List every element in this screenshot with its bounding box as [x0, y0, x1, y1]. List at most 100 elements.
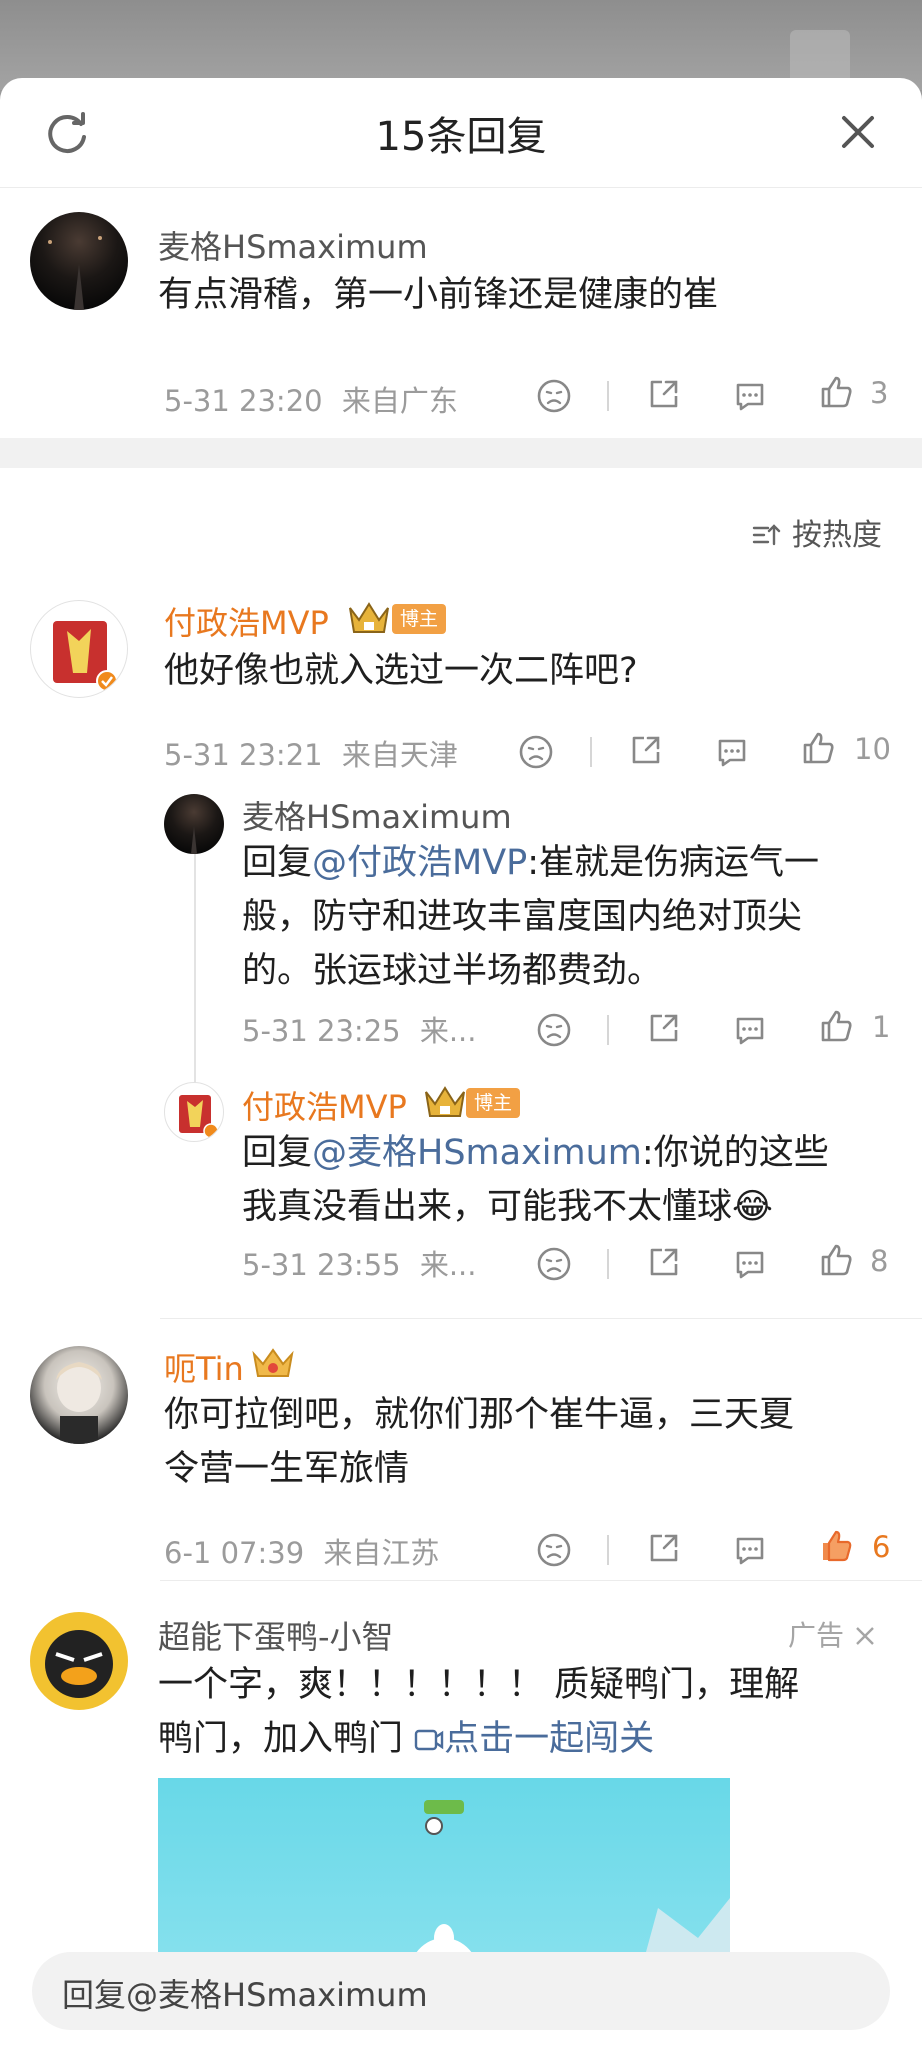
sheet-title: 15条回复 — [375, 114, 547, 160]
comment-time: 5-31 23:21 — [164, 738, 323, 772]
section-gap — [0, 438, 922, 468]
comment-icon[interactable] — [732, 1246, 768, 1282]
reply-location: 来... — [419, 1014, 477, 1048]
comment-text: 他好像也就入选过一次二阵吧? — [164, 651, 638, 691]
like-count: 8 — [870, 1244, 889, 1278]
divider — [607, 1535, 609, 1565]
share-icon[interactable] — [646, 1530, 682, 1566]
avatar[interactable] — [164, 1082, 224, 1142]
dimmed-background — [0, 0, 922, 90]
thread-line — [194, 838, 196, 1098]
reply-text: 回复@付政浩MVP:崔就是伤病运气一 般，防守和进攻丰富度国内绝对顶尖 的。张运… — [242, 836, 892, 998]
comment-icon[interactable] — [732, 1532, 768, 1568]
reply-time: 5-31 23:25 — [242, 1014, 401, 1048]
like-icon[interactable] — [818, 1008, 854, 1044]
mention-link[interactable]: @麦格HSmaximum — [312, 1133, 642, 1173]
comment-meta: 6-1 07:39 来自江苏 — [164, 1530, 439, 1572]
comment-text: 有点滑稽，第一小前锋还是健康的崔 — [158, 275, 719, 315]
crown-icon — [252, 1348, 294, 1377]
reply-time: 5-31 23:55 — [242, 1248, 401, 1282]
share-icon[interactable] — [646, 376, 682, 412]
sort-toggle[interactable]: 按热度 — [752, 510, 882, 554]
comment-icon[interactable] — [732, 378, 768, 414]
like-icon[interactable] — [818, 1242, 854, 1278]
replies-sheet: 15条回复 麦格HSmaximum 有点滑稽，第一小前锋还是健康的崔 5-31 … — [0, 78, 922, 2048]
comment-time: 5-31 23:20 — [164, 384, 323, 418]
divider — [607, 381, 609, 411]
close-icon[interactable] — [838, 112, 878, 152]
comment-icon[interactable] — [714, 734, 750, 770]
sort-icon — [753, 524, 781, 546]
share-icon[interactable] — [646, 1010, 682, 1046]
like-icon-active[interactable] — [818, 1528, 854, 1564]
mention-link[interactable]: @付政浩MVP — [312, 843, 527, 883]
reply-author[interactable]: 麦格HSmaximum — [242, 792, 512, 838]
comment-meta: 5-31 23:21 来自天津 — [164, 732, 458, 774]
comment-author[interactable]: 付政浩MVP — [164, 598, 329, 644]
comment-text-line: 令营一生军旅情 — [164, 1449, 410, 1489]
reply-meta: 5-31 23:25 来... — [242, 1008, 476, 1050]
dislike-icon[interactable] — [536, 1246, 572, 1282]
comment-time: 6-1 07:39 — [164, 1536, 305, 1570]
ad-link[interactable]: 点击一起闯关 — [414, 1719, 654, 1759]
dislike-icon[interactable] — [536, 378, 572, 414]
divider — [607, 1249, 609, 1279]
ad-text-line: 一个字，爽！！！！！！ 质疑鸭门，理解 — [158, 1665, 800, 1705]
dislike-icon[interactable] — [536, 1532, 572, 1568]
divider — [160, 1580, 922, 1581]
like-icon[interactable] — [818, 374, 854, 410]
like-count: 1 — [872, 1010, 891, 1044]
ad-tag[interactable]: 广告 — [788, 1614, 877, 1654]
share-icon[interactable] — [646, 1244, 682, 1280]
reply-location: 来... — [419, 1248, 477, 1282]
reply-text-line: :你说的这些 — [641, 1133, 829, 1173]
like-count: 10 — [854, 732, 891, 766]
reply-prefix: 回复 — [242, 1133, 313, 1173]
sort-label: 按热度 — [792, 518, 882, 553]
comment-location: 来自广东 — [341, 384, 458, 418]
dislike-icon[interactable] — [536, 1012, 572, 1048]
like-count: 6 — [872, 1530, 891, 1564]
blogger-badge: 博主 — [466, 1088, 521, 1118]
avatar[interactable] — [164, 794, 224, 854]
dislike-icon[interactable] — [518, 734, 554, 770]
avatar[interactable] — [30, 212, 128, 310]
reply-text-line: 般，防守和进攻丰富度国内绝对顶尖 — [242, 897, 803, 937]
crown-icon — [349, 602, 389, 633]
reply-text: 回复@麦格HSmaximum:你说的这些 我真没看出来，可能我不太懂球😂 — [242, 1126, 892, 1234]
close-icon[interactable] — [853, 1624, 877, 1648]
comment-location: 来自江苏 — [323, 1536, 440, 1570]
ad-tag-label: 广告 — [788, 1619, 845, 1652]
reply-text-line: 我真没看出来，可能我不太懂球😂 — [242, 1187, 773, 1227]
ad-text-line: 鸭门，加入鸭门 — [158, 1719, 415, 1759]
comment-location: 来自天津 — [341, 738, 458, 772]
avatar[interactable] — [30, 600, 128, 698]
reply-text-line: 的。张运球过半场都费劲。 — [242, 951, 663, 991]
reply-input[interactable]: 回复@麦格HSmaximum — [32, 1952, 890, 2030]
comment-text-line: 你可拉倒吧，就你们那个崔牛逼，三天夏 — [164, 1395, 795, 1435]
like-icon[interactable] — [800, 730, 836, 766]
reply-input-placeholder: 回复@麦格HSmaximum — [62, 1976, 428, 2014]
divider — [590, 737, 592, 767]
ad-text: 一个字，爽！！！！！！ 质疑鸭门，理解 鸭门，加入鸭门 点击一起闯关 — [158, 1658, 908, 1766]
comment-author[interactable]: 呃Tin — [164, 1344, 244, 1390]
divider — [160, 1318, 922, 1319]
comment-author[interactable]: 麦格HSmaximum — [158, 222, 428, 268]
share-icon[interactable] — [628, 732, 664, 768]
avatar[interactable] — [30, 1346, 128, 1444]
comment-text: 你可拉倒吧，就你们那个崔牛逼，三天夏 令营一生军旅情 — [164, 1388, 904, 1496]
comment-icon[interactable] — [732, 1012, 768, 1048]
reply-meta: 5-31 23:55 来... — [242, 1242, 476, 1284]
crown-icon — [425, 1086, 465, 1117]
reply-prefix: 回复 — [242, 843, 313, 883]
comment-meta: 5-31 23:20 来自广东 — [164, 378, 458, 420]
sheet-header: 15条回复 — [0, 78, 922, 188]
avatar[interactable] — [30, 1612, 128, 1710]
divider — [607, 1015, 609, 1045]
ad-link-label: 点击一起闯关 — [444, 1719, 655, 1759]
blogger-badge: 博主 — [392, 604, 447, 634]
like-count: 3 — [870, 376, 889, 410]
reply-author[interactable]: 付政浩MVP — [242, 1082, 407, 1128]
video-icon — [414, 1729, 444, 1751]
ad-author[interactable]: 超能下蛋鸭-小智 — [158, 1612, 394, 1658]
